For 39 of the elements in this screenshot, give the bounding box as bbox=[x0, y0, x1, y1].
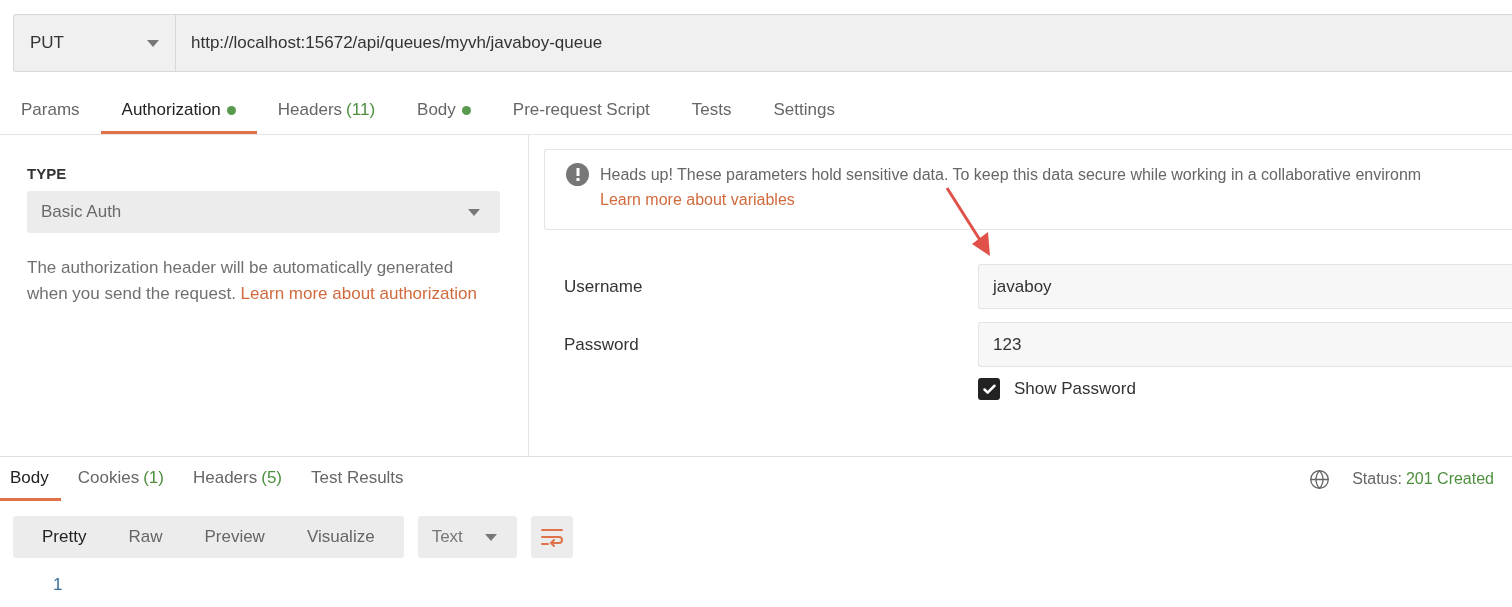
caret-icon bbox=[484, 533, 497, 541]
format-option[interactable]: Pretty bbox=[21, 516, 108, 558]
request-tab[interactable]: Headers (11) bbox=[256, 89, 397, 134]
checkmark-icon bbox=[981, 381, 997, 397]
request-tab[interactable]: Pre-request Script bbox=[491, 89, 671, 134]
wrap-icon bbox=[539, 527, 564, 547]
request-tab[interactable]: Params bbox=[0, 89, 101, 134]
format-option[interactable]: Preview bbox=[183, 516, 286, 558]
warning-icon bbox=[566, 163, 589, 186]
field-label: Username bbox=[564, 275, 644, 298]
request-tab[interactable]: Authorization bbox=[100, 89, 257, 134]
type-label: TYPE bbox=[27, 165, 68, 182]
notice-text: Heads up! These parameters hold sensitive data. To keep this data secure while working in a collaborative environm bbox=[600, 165, 1422, 185]
format-option[interactable]: Visualize bbox=[285, 516, 396, 558]
wrap-lines-button[interactable] bbox=[530, 516, 573, 558]
request-tab[interactable]: Body bbox=[396, 89, 492, 134]
language-dropdown[interactable]: Text bbox=[417, 516, 517, 558]
input-field[interactable]: javaboy bbox=[978, 264, 1512, 309]
globe-icon[interactable] bbox=[1309, 468, 1331, 490]
auth-description: The authorization header will be automatically generated when you send the request. Learn more about authorization bbox=[27, 257, 478, 305]
annotation-arrow-drawing bbox=[945, 187, 990, 256]
caret-icon bbox=[468, 208, 480, 216]
format-option[interactable]: Raw bbox=[107, 516, 184, 558]
status-label: Status: bbox=[1352, 470, 1402, 488]
response-tab[interactable]: Test Results bbox=[301, 457, 416, 501]
line-number: 1 bbox=[53, 575, 64, 595]
response-tab[interactable]: Body bbox=[0, 457, 61, 501]
variables-link[interactable]: Learn more about variables bbox=[600, 187, 795, 212]
checkbox-label: Show Password bbox=[1014, 379, 1136, 399]
input-field[interactable]: 123 bbox=[978, 322, 1512, 367]
response-tab[interactable]: Cookies (1) bbox=[67, 457, 176, 501]
request-tab[interactable]: Tests bbox=[670, 89, 753, 134]
learn-more-link[interactable]: Learn more about authorization bbox=[240, 283, 477, 303]
auth-type-dropdown[interactable]: Basic Auth bbox=[27, 191, 500, 233]
field-label: Password bbox=[564, 333, 640, 356]
status-value: 201 Created bbox=[1405, 470, 1494, 488]
response-tab[interactable]: Headers (5) bbox=[182, 457, 294, 501]
checkbox[interactable] bbox=[978, 378, 1000, 400]
request-tab[interactable]: Settings bbox=[752, 89, 856, 134]
